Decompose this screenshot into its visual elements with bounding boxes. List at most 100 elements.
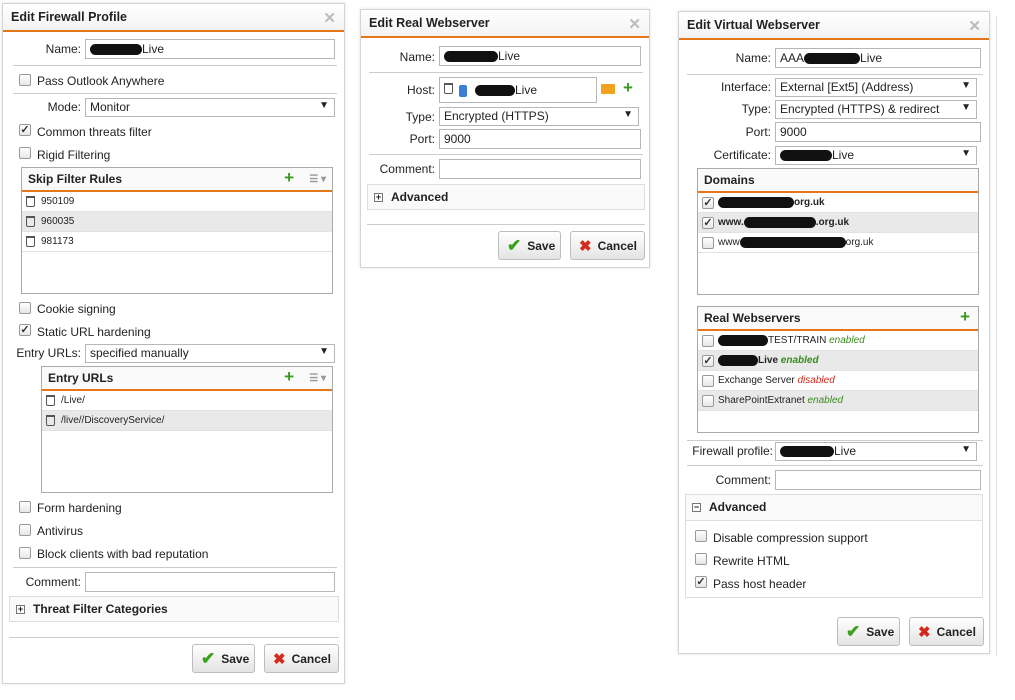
cancel-button[interactable]: ✖ Cancel: [264, 644, 339, 673]
trash-icon[interactable]: [46, 415, 55, 426]
domain-checkbox[interactable]: ✓: [702, 196, 714, 209]
pass-outlook-label: Pass Outlook Anywhere: [37, 74, 165, 88]
dropdown-arrow-icon: ▼: [961, 102, 971, 113]
advanced-header[interactable]: − Advanced: [686, 495, 982, 521]
webserver-checkbox[interactable]: ✓: [702, 354, 714, 367]
certificate-select[interactable]: Live ▼: [775, 146, 977, 165]
trash-icon[interactable]: [26, 196, 35, 207]
mode-label: Mode:: [47, 100, 81, 114]
add-icon[interactable]: +: [284, 367, 294, 387]
host-field[interactable]: Live: [439, 77, 597, 103]
trash-icon[interactable]: [26, 216, 35, 227]
domains-box: Domains ✓ org.uk ✓ www. .org.uk www org.uk: [697, 168, 979, 295]
expand-icon[interactable]: +: [374, 193, 383, 203]
save-button[interactable]: ✔ Save: [837, 617, 900, 646]
comment-label: Comment:: [379, 162, 435, 176]
list-item[interactable]: /Live/: [42, 391, 332, 411]
name-field[interactable]: AAA Live: [775, 48, 981, 68]
trash-icon[interactable]: [46, 395, 55, 406]
pass-host-header-checkbox[interactable]: ✓: [695, 576, 707, 588]
mode-select[interactable]: Monitor ▼: [85, 98, 335, 117]
trash-icon[interactable]: [26, 236, 35, 247]
advanced-section[interactable]: + Advanced: [367, 184, 645, 210]
redacted-text: [743, 217, 816, 228]
check-icon: ✔: [201, 648, 216, 668]
form-hardening-checkbox[interactable]: [19, 501, 31, 513]
redacted-text: [475, 85, 515, 97]
list-menu-icon[interactable]: ☰ ▾: [309, 174, 326, 185]
redacted-text: [718, 335, 768, 346]
pass-outlook-checkbox[interactable]: [19, 74, 31, 86]
dialog-title: Edit Virtual Webserver ✕: [679, 12, 989, 40]
port-field[interactable]: 9000: [439, 129, 641, 149]
disable-compression-label: Disable compression support: [713, 531, 868, 545]
comment-field[interactable]: [775, 470, 981, 490]
check-icon: ✔: [507, 235, 522, 255]
close-icon[interactable]: ✕: [323, 9, 336, 27]
trash-icon[interactable]: [444, 83, 453, 94]
interface-select[interactable]: External [Ext5] (Address) ▼: [775, 78, 977, 97]
virtual-webserver-dialog: Edit Virtual Webserver ✕ Name: AAA Live In…: [678, 11, 990, 654]
dropdown-arrow-icon: ▼: [623, 109, 633, 120]
save-button[interactable]: ✔ Save: [192, 644, 255, 673]
comment-field[interactable]: [85, 572, 335, 592]
list-item[interactable]: Exchange Server disabled: [698, 371, 978, 391]
cancel-button[interactable]: ✖ Cancel: [909, 617, 984, 646]
name-field[interactable]: Live: [439, 46, 641, 66]
webserver-checkbox[interactable]: [702, 374, 714, 387]
collapse-icon[interactable]: −: [692, 503, 701, 513]
real-webserver-dialog: Edit Real Webserver ✕ Name: Live Host: Li…: [360, 9, 650, 268]
rewrite-html-checkbox[interactable]: [695, 553, 707, 565]
list-item[interactable]: 960035: [22, 212, 332, 232]
common-threats-checkbox[interactable]: ✓: [19, 124, 31, 136]
close-icon[interactable]: ✕: [628, 15, 641, 33]
add-icon[interactable]: +: [623, 78, 633, 98]
list-item[interactable]: /live//DiscoveryService/: [42, 411, 332, 431]
list-item[interactable]: 981173: [22, 232, 332, 252]
skip-filter-rules-box: Skip Filter Rules + ☰ ▾ 950109 960035 9811…: [21, 167, 333, 294]
disable-compression-checkbox[interactable]: [695, 530, 707, 542]
port-label: Port:: [745, 125, 771, 139]
list-item[interactable]: www org.uk: [698, 233, 978, 253]
domain-checkbox[interactable]: [702, 236, 714, 249]
real-webservers-header: Real Webservers +: [698, 307, 978, 331]
comment-field[interactable]: [439, 159, 641, 179]
list-item[interactable]: TEST/TRAIN enabled: [698, 331, 978, 351]
webserver-checkbox[interactable]: [702, 394, 714, 407]
rewrite-html-label: Rewrite HTML: [713, 554, 790, 568]
list-item[interactable]: SharePointExtranet enabled: [698, 391, 978, 411]
list-item[interactable]: 950109: [22, 192, 332, 212]
add-icon[interactable]: +: [960, 307, 970, 327]
type-select[interactable]: Encrypted (HTTPS) ▼: [439, 107, 639, 126]
firewall-profile-select[interactable]: Live ▼: [775, 442, 977, 461]
type-select[interactable]: Encrypted (HTTPS) & redirect ▼: [775, 100, 977, 119]
port-field[interactable]: 9000: [775, 122, 981, 142]
folder-icon[interactable]: [601, 84, 615, 94]
redacted-text: [780, 446, 834, 458]
list-item[interactable]: ✓ Live enabled: [698, 351, 978, 371]
block-clients-checkbox[interactable]: [19, 547, 31, 559]
list-menu-icon[interactable]: ☰ ▾: [309, 373, 326, 384]
save-button[interactable]: ✔ Save: [498, 231, 561, 260]
expand-icon[interactable]: +: [16, 605, 25, 615]
threat-categories-section[interactable]: + Threat Filter Categories: [9, 596, 339, 622]
dropdown-arrow-icon: ▼: [319, 346, 329, 357]
add-icon[interactable]: +: [284, 168, 294, 188]
cancel-button[interactable]: ✖ Cancel: [570, 231, 645, 260]
webserver-checkbox[interactable]: [702, 334, 714, 347]
antivirus-checkbox[interactable]: [19, 524, 31, 536]
name-field[interactable]: Live: [85, 39, 335, 59]
cookie-signing-checkbox[interactable]: [19, 302, 31, 314]
dropdown-arrow-icon: ▼: [961, 80, 971, 91]
entry-urls-select[interactable]: specified manually ▼: [85, 344, 335, 363]
redacted-text: [780, 150, 832, 162]
redacted-text: [804, 53, 861, 65]
firewall-profile-label: Firewall profile:: [692, 444, 773, 458]
redacted-text: [90, 44, 142, 56]
close-icon[interactable]: ✕: [968, 17, 981, 35]
domain-checkbox[interactable]: ✓: [702, 216, 714, 229]
static-url-checkbox[interactable]: ✓: [19, 324, 31, 336]
list-item[interactable]: ✓ org.uk: [698, 193, 978, 213]
rigid-filtering-checkbox[interactable]: [19, 147, 31, 159]
list-item[interactable]: ✓ www. .org.uk: [698, 213, 978, 233]
